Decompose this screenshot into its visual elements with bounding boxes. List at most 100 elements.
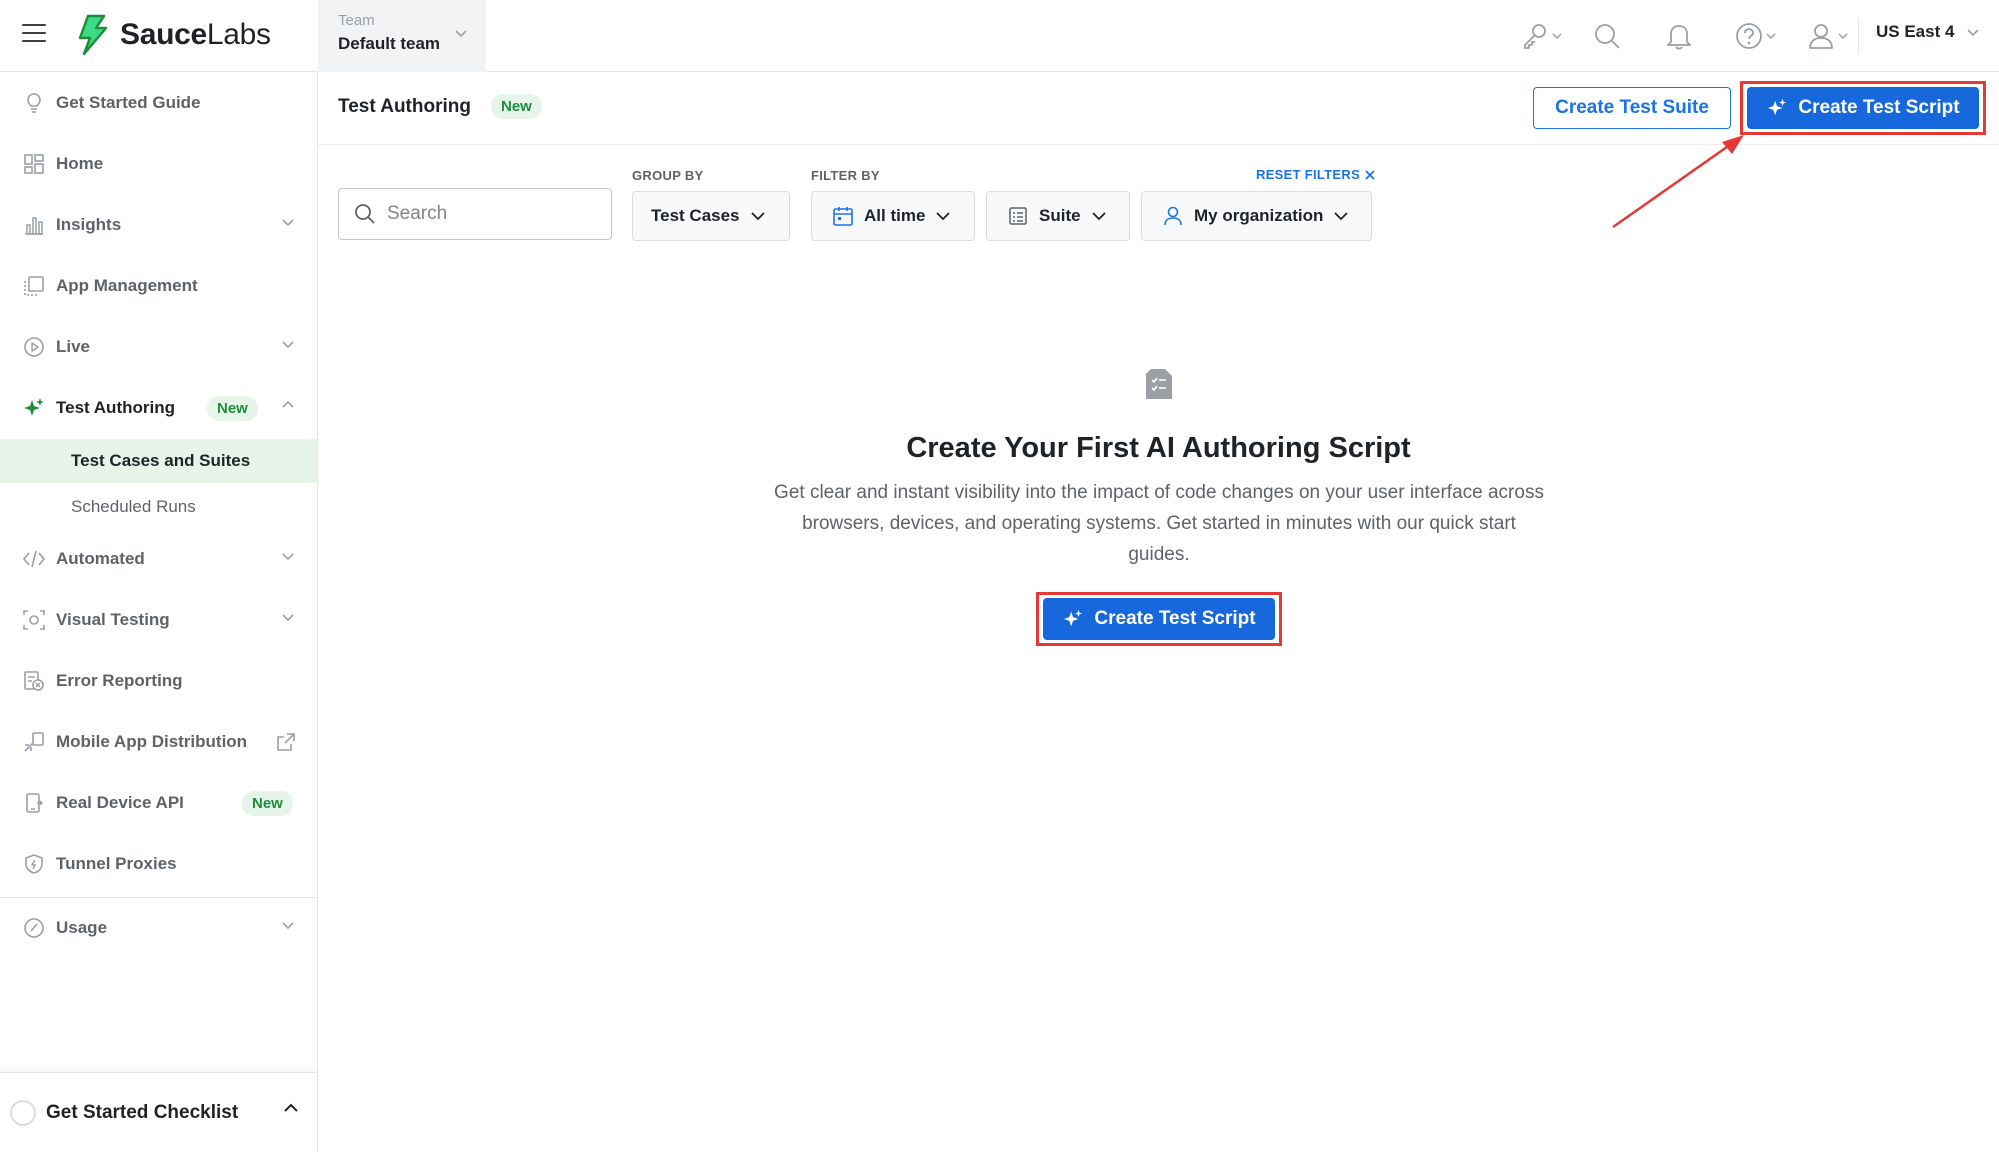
- sidebar-subitem-test-cases-and-suites[interactable]: Test Cases and Suites: [0, 439, 317, 483]
- new-badge: New: [491, 94, 542, 119]
- bar-chart-icon: [22, 213, 46, 237]
- sidebar-item-label: Live: [56, 337, 91, 356]
- access-key-button[interactable]: [1520, 20, 1562, 52]
- region-selector[interactable]: US East 4: [1876, 22, 1980, 42]
- sidebar-item-label: Home: [56, 154, 104, 173]
- search-field[interactable]: [338, 188, 612, 240]
- get-started-checklist[interactable]: Get Started Checklist: [0, 1072, 317, 1152]
- sidebar-item-get-started-guide[interactable]: Get Started Guide: [0, 81, 317, 125]
- sidebar-divider: [0, 897, 317, 898]
- hamburger-menu-icon[interactable]: [22, 24, 46, 46]
- search-input[interactable]: [387, 203, 587, 225]
- code-icon: [22, 547, 46, 571]
- chevron-down-icon: [1766, 33, 1776, 39]
- search-icon: [355, 204, 375, 224]
- chevron-up-icon: [284, 1103, 298, 1112]
- notifications-button[interactable]: [1665, 20, 1693, 52]
- chevron-down-icon: [455, 30, 467, 38]
- user-menu-button[interactable]: [1806, 20, 1848, 52]
- empty-state-description: Get clear and instant visibility into th…: [774, 482, 1544, 565]
- dropdown-value: All time: [864, 206, 926, 225]
- global-search-button[interactable]: [1592, 20, 1622, 52]
- lightbulb-icon: [22, 91, 46, 115]
- sidebar-item-visual-testing[interactable]: Visual Testing: [0, 598, 317, 642]
- user-icon: [1164, 206, 1182, 226]
- suite-icon: [1009, 207, 1027, 225]
- sparkle-icon: [1768, 98, 1787, 116]
- button-label: Create Test Script: [1094, 608, 1256, 629]
- sidebar-item-automated[interactable]: Automated: [0, 537, 317, 581]
- sidebar-item-label: Tunnel Proxies: [56, 854, 177, 873]
- sidebar-item-test-authoring[interactable]: Test Authoring New: [0, 386, 317, 430]
- new-badge: New: [242, 791, 293, 816]
- app-management-icon: [22, 274, 46, 298]
- sidebar-item-label: Usage: [56, 918, 108, 937]
- dropdown-value: Suite: [1039, 206, 1081, 225]
- sidebar-item-insights[interactable]: Insights: [0, 203, 317, 247]
- button-label: Create Test Script: [1798, 97, 1960, 118]
- sidebar-item-label: Automated: [56, 549, 145, 568]
- sidebar-item-error-reporting[interactable]: Error Reporting: [0, 659, 317, 703]
- chevron-down-icon: [282, 341, 294, 349]
- chevron-down-icon: [1091, 212, 1106, 221]
- user-icon: [1809, 24, 1833, 49]
- help-button[interactable]: [1734, 20, 1776, 52]
- team-selector[interactable]: Team Default team: [318, 0, 486, 72]
- sidebar-item-app-management[interactable]: App Management: [0, 264, 317, 308]
- sidebar-item-mobile-app-distribution[interactable]: Mobile App Distribution: [0, 720, 317, 764]
- sidebar-item-tunnel-proxies[interactable]: Tunnel Proxies: [0, 842, 317, 886]
- sidebar-item-real-device-api[interactable]: Real Device API New: [0, 781, 317, 825]
- dropdown-value: Test Cases: [651, 206, 740, 225]
- bug-icon: [22, 669, 46, 693]
- sidebar-item-live[interactable]: Live: [0, 325, 317, 369]
- progress-ring-icon: [10, 1099, 36, 1126]
- page-title: Test Authoring: [338, 96, 471, 117]
- organization-filter-dropdown[interactable]: My organization: [1141, 191, 1372, 241]
- sidebar-item-label: Mobile App Distribution: [56, 732, 248, 751]
- close-icon: [1365, 169, 1375, 180]
- checklist-document-icon: [1146, 369, 1172, 399]
- sidebar: Get Started Guide Home Insights App Mana…: [0, 72, 318, 1152]
- device-icon: [22, 791, 46, 815]
- sidebar-item-label: Real Device API: [56, 793, 184, 812]
- sidebar-item-usage[interactable]: Usage: [0, 906, 317, 950]
- key-icon: [1524, 24, 1546, 49]
- help-circle-icon: [1736, 23, 1762, 49]
- dropdown-value: My organization: [1194, 206, 1324, 225]
- chevron-up-icon: [282, 400, 294, 408]
- chevron-down-icon: [1552, 33, 1562, 39]
- region-label: US East 4: [1876, 22, 1955, 41]
- create-test-suite-button[interactable]: Create Test Suite: [1533, 87, 1731, 129]
- chevron-down-icon: [936, 212, 951, 221]
- grid-icon: [22, 152, 46, 176]
- chevron-down-icon: [282, 614, 294, 622]
- create-test-script-button[interactable]: Create Test Script: [1747, 87, 1979, 129]
- suite-filter-dropdown[interactable]: Suite: [986, 191, 1130, 241]
- sidebar-item-label: Get Started Guide: [56, 93, 201, 112]
- annotation-arrow-icon: [1612, 135, 1744, 229]
- group-by-dropdown[interactable]: Test Cases: [632, 191, 790, 241]
- search-icon: [1595, 24, 1620, 49]
- checklist-label: Get Started Checklist: [46, 1101, 239, 1123]
- chevron-down-icon: [1838, 33, 1848, 39]
- external-link-icon[interactable]: [275, 731, 297, 753]
- logo-text: SauceLabs: [120, 18, 271, 51]
- chevron-down-icon: [1967, 29, 1980, 37]
- shield-icon: [22, 852, 46, 876]
- sidebar-subitem-scheduled-runs[interactable]: Scheduled Runs: [0, 485, 317, 529]
- chevron-down-icon: [282, 219, 294, 227]
- sidebar-item-label: Insights: [56, 215, 122, 234]
- group-by-label: GROUP BY: [632, 168, 704, 183]
- empty-state-create-test-script-button[interactable]: Create Test Script: [1043, 598, 1275, 640]
- time-filter-dropdown[interactable]: All time: [811, 191, 975, 241]
- sidebar-item-home[interactable]: Home: [0, 142, 317, 186]
- chevron-down-icon: [750, 212, 765, 221]
- saucelabs-logo[interactable]: SauceLabs: [74, 14, 271, 56]
- saucelabs-logo-icon: [78, 14, 108, 56]
- reset-filters-label: RESET FILTERS: [1256, 167, 1361, 182]
- chevron-down-icon: [282, 922, 294, 930]
- sparkle-icon: [22, 396, 46, 420]
- reset-filters-button[interactable]: RESET FILTERS: [1256, 167, 1376, 182]
- calendar-icon: [833, 207, 853, 226]
- sidebar-item-label: Test Authoring: [56, 398, 175, 417]
